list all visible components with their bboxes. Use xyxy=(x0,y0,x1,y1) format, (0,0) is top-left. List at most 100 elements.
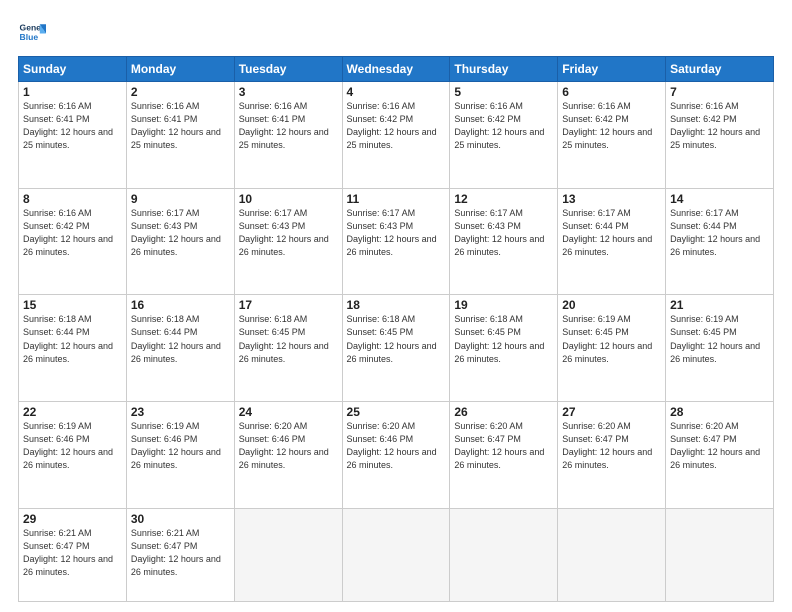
calendar-cell: 27 Sunrise: 6:20 AMSunset: 6:47 PMDaylig… xyxy=(558,402,666,509)
day-number: 15 xyxy=(23,298,122,312)
calendar-cell: 10 Sunrise: 6:17 AMSunset: 6:43 PMDaylig… xyxy=(234,188,342,295)
day-info: Sunrise: 6:19 AMSunset: 6:46 PMDaylight:… xyxy=(131,421,221,470)
calendar-week-4: 29 Sunrise: 6:21 AMSunset: 6:47 PMDaylig… xyxy=(19,508,774,601)
day-info: Sunrise: 6:17 AMSunset: 6:44 PMDaylight:… xyxy=(562,208,652,257)
calendar-cell: 13 Sunrise: 6:17 AMSunset: 6:44 PMDaylig… xyxy=(558,188,666,295)
header: General Blue xyxy=(18,18,774,46)
calendar-cell: 26 Sunrise: 6:20 AMSunset: 6:47 PMDaylig… xyxy=(450,402,558,509)
day-number: 19 xyxy=(454,298,553,312)
day-number: 2 xyxy=(131,85,230,99)
weekday-header-row: SundayMondayTuesdayWednesdayThursdayFrid… xyxy=(19,57,774,82)
day-info: Sunrise: 6:16 AMSunset: 6:42 PMDaylight:… xyxy=(670,101,760,150)
day-info: Sunrise: 6:20 AMSunset: 6:46 PMDaylight:… xyxy=(347,421,437,470)
day-number: 29 xyxy=(23,512,122,526)
day-info: Sunrise: 6:19 AMSunset: 6:45 PMDaylight:… xyxy=(562,314,652,363)
calendar-cell: 15 Sunrise: 6:18 AMSunset: 6:44 PMDaylig… xyxy=(19,295,127,402)
calendar-cell xyxy=(342,508,450,601)
logo: General Blue xyxy=(18,18,46,46)
day-info: Sunrise: 6:16 AMSunset: 6:42 PMDaylight:… xyxy=(454,101,544,150)
calendar-cell: 21 Sunrise: 6:19 AMSunset: 6:45 PMDaylig… xyxy=(666,295,774,402)
day-number: 30 xyxy=(131,512,230,526)
day-number: 13 xyxy=(562,192,661,206)
day-info: Sunrise: 6:20 AMSunset: 6:47 PMDaylight:… xyxy=(670,421,760,470)
day-info: Sunrise: 6:16 AMSunset: 6:42 PMDaylight:… xyxy=(562,101,652,150)
calendar-cell: 25 Sunrise: 6:20 AMSunset: 6:46 PMDaylig… xyxy=(342,402,450,509)
calendar-cell xyxy=(234,508,342,601)
day-info: Sunrise: 6:21 AMSunset: 6:47 PMDaylight:… xyxy=(131,528,221,577)
weekday-header-thursday: Thursday xyxy=(450,57,558,82)
calendar-cell: 30 Sunrise: 6:21 AMSunset: 6:47 PMDaylig… xyxy=(126,508,234,601)
calendar-cell xyxy=(558,508,666,601)
calendar-week-1: 8 Sunrise: 6:16 AMSunset: 6:42 PMDayligh… xyxy=(19,188,774,295)
day-number: 27 xyxy=(562,405,661,419)
calendar-cell: 5 Sunrise: 6:16 AMSunset: 6:42 PMDayligh… xyxy=(450,82,558,189)
calendar-cell: 24 Sunrise: 6:20 AMSunset: 6:46 PMDaylig… xyxy=(234,402,342,509)
calendar-cell: 3 Sunrise: 6:16 AMSunset: 6:41 PMDayligh… xyxy=(234,82,342,189)
calendar-cell xyxy=(666,508,774,601)
calendar-cell: 2 Sunrise: 6:16 AMSunset: 6:41 PMDayligh… xyxy=(126,82,234,189)
general-blue-logo-icon: General Blue xyxy=(18,18,46,46)
calendar-cell xyxy=(450,508,558,601)
day-number: 17 xyxy=(239,298,338,312)
day-info: Sunrise: 6:19 AMSunset: 6:46 PMDaylight:… xyxy=(23,421,113,470)
day-number: 1 xyxy=(23,85,122,99)
day-number: 14 xyxy=(670,192,769,206)
calendar-cell: 20 Sunrise: 6:19 AMSunset: 6:45 PMDaylig… xyxy=(558,295,666,402)
day-info: Sunrise: 6:17 AMSunset: 6:43 PMDaylight:… xyxy=(131,208,221,257)
day-info: Sunrise: 6:18 AMSunset: 6:44 PMDaylight:… xyxy=(131,314,221,363)
calendar-cell: 8 Sunrise: 6:16 AMSunset: 6:42 PMDayligh… xyxy=(19,188,127,295)
day-number: 28 xyxy=(670,405,769,419)
day-number: 11 xyxy=(347,192,446,206)
calendar-cell: 29 Sunrise: 6:21 AMSunset: 6:47 PMDaylig… xyxy=(19,508,127,601)
calendar-week-0: 1 Sunrise: 6:16 AMSunset: 6:41 PMDayligh… xyxy=(19,82,774,189)
day-number: 5 xyxy=(454,85,553,99)
day-info: Sunrise: 6:21 AMSunset: 6:47 PMDaylight:… xyxy=(23,528,113,577)
weekday-header-tuesday: Tuesday xyxy=(234,57,342,82)
calendar-week-3: 22 Sunrise: 6:19 AMSunset: 6:46 PMDaylig… xyxy=(19,402,774,509)
calendar-table: SundayMondayTuesdayWednesdayThursdayFrid… xyxy=(18,56,774,602)
day-info: Sunrise: 6:17 AMSunset: 6:43 PMDaylight:… xyxy=(239,208,329,257)
calendar-cell: 7 Sunrise: 6:16 AMSunset: 6:42 PMDayligh… xyxy=(666,82,774,189)
calendar-cell: 23 Sunrise: 6:19 AMSunset: 6:46 PMDaylig… xyxy=(126,402,234,509)
day-info: Sunrise: 6:18 AMSunset: 6:45 PMDaylight:… xyxy=(454,314,544,363)
day-number: 21 xyxy=(670,298,769,312)
calendar-cell: 22 Sunrise: 6:19 AMSunset: 6:46 PMDaylig… xyxy=(19,402,127,509)
day-number: 23 xyxy=(131,405,230,419)
weekday-header-sunday: Sunday xyxy=(19,57,127,82)
day-number: 10 xyxy=(239,192,338,206)
weekday-header-friday: Friday xyxy=(558,57,666,82)
day-info: Sunrise: 6:16 AMSunset: 6:42 PMDaylight:… xyxy=(347,101,437,150)
day-info: Sunrise: 6:20 AMSunset: 6:47 PMDaylight:… xyxy=(562,421,652,470)
calendar-cell: 1 Sunrise: 6:16 AMSunset: 6:41 PMDayligh… xyxy=(19,82,127,189)
day-number: 20 xyxy=(562,298,661,312)
day-info: Sunrise: 6:16 AMSunset: 6:41 PMDaylight:… xyxy=(239,101,329,150)
day-number: 24 xyxy=(239,405,338,419)
day-info: Sunrise: 6:20 AMSunset: 6:47 PMDaylight:… xyxy=(454,421,544,470)
day-info: Sunrise: 6:16 AMSunset: 6:41 PMDaylight:… xyxy=(131,101,221,150)
day-number: 7 xyxy=(670,85,769,99)
weekday-header-saturday: Saturday xyxy=(666,57,774,82)
day-info: Sunrise: 6:17 AMSunset: 6:43 PMDaylight:… xyxy=(347,208,437,257)
weekday-header-monday: Monday xyxy=(126,57,234,82)
calendar-cell: 9 Sunrise: 6:17 AMSunset: 6:43 PMDayligh… xyxy=(126,188,234,295)
calendar-cell: 16 Sunrise: 6:18 AMSunset: 6:44 PMDaylig… xyxy=(126,295,234,402)
calendar-cell: 28 Sunrise: 6:20 AMSunset: 6:47 PMDaylig… xyxy=(666,402,774,509)
day-number: 9 xyxy=(131,192,230,206)
day-number: 16 xyxy=(131,298,230,312)
calendar-week-2: 15 Sunrise: 6:18 AMSunset: 6:44 PMDaylig… xyxy=(19,295,774,402)
day-info: Sunrise: 6:17 AMSunset: 6:43 PMDaylight:… xyxy=(454,208,544,257)
calendar-cell: 11 Sunrise: 6:17 AMSunset: 6:43 PMDaylig… xyxy=(342,188,450,295)
calendar-cell: 4 Sunrise: 6:16 AMSunset: 6:42 PMDayligh… xyxy=(342,82,450,189)
day-number: 25 xyxy=(347,405,446,419)
day-info: Sunrise: 6:17 AMSunset: 6:44 PMDaylight:… xyxy=(670,208,760,257)
svg-text:Blue: Blue xyxy=(20,32,39,42)
day-info: Sunrise: 6:20 AMSunset: 6:46 PMDaylight:… xyxy=(239,421,329,470)
day-number: 6 xyxy=(562,85,661,99)
day-number: 18 xyxy=(347,298,446,312)
day-number: 8 xyxy=(23,192,122,206)
day-number: 26 xyxy=(454,405,553,419)
calendar-cell: 17 Sunrise: 6:18 AMSunset: 6:45 PMDaylig… xyxy=(234,295,342,402)
day-info: Sunrise: 6:16 AMSunset: 6:41 PMDaylight:… xyxy=(23,101,113,150)
calendar-cell: 12 Sunrise: 6:17 AMSunset: 6:43 PMDaylig… xyxy=(450,188,558,295)
weekday-header-wednesday: Wednesday xyxy=(342,57,450,82)
